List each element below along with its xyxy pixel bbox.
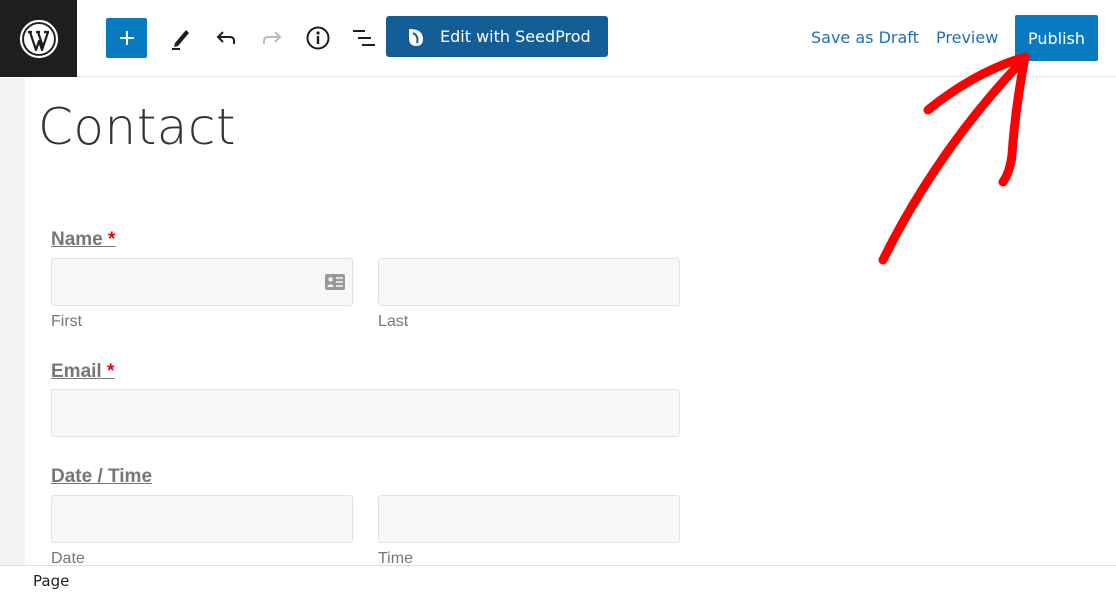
save-as-draft-button[interactable]: Save as Draft	[811, 28, 919, 47]
wordpress-icon	[19, 19, 58, 58]
date-input[interactable]	[51, 495, 353, 543]
email-label-text: Email	[51, 361, 102, 382]
list-view-button[interactable]	[347, 18, 381, 58]
redo-button[interactable]	[255, 18, 289, 58]
redo-icon	[263, 31, 282, 44]
required-asterisk: *	[106, 361, 115, 382]
editor-left-gutter	[0, 78, 25, 565]
info-icon	[306, 26, 330, 50]
required-asterisk: *	[108, 229, 116, 250]
email-field-label: Email *	[51, 361, 114, 383]
seedprod-leaf-icon	[409, 28, 423, 46]
edit-with-seedprod-button[interactable]: Edit with SeedProd	[386, 16, 608, 57]
publish-button[interactable]: Publish	[1015, 15, 1098, 61]
name-field-label: Name *	[51, 229, 115, 251]
editor-toolbar: Edit with SeedProd Save as Draft Preview…	[0, 0, 1116, 77]
edit-tool-button[interactable]	[163, 18, 197, 58]
undo-icon	[216, 31, 235, 44]
breadcrumb-page[interactable]: Page	[33, 572, 69, 590]
first-name-sublabel: First	[51, 313, 83, 330]
plus-icon	[119, 31, 134, 45]
seedprod-button-label: Edit with SeedProd	[440, 27, 591, 46]
last-name-sublabel: Last	[378, 313, 409, 330]
arrow-shaft	[878, 53, 1030, 265]
name-label-text: Name	[51, 229, 103, 250]
last-name-input[interactable]	[378, 258, 680, 306]
details-button[interactable]	[301, 18, 335, 58]
datetime-field-label: Date / Time	[51, 466, 153, 487]
time-input[interactable]	[378, 495, 680, 543]
contact-card-icon	[325, 274, 345, 290]
list-view-icon	[353, 30, 375, 46]
wordpress-logo-button[interactable]	[0, 0, 77, 77]
page-title[interactable]: Contact	[38, 98, 236, 156]
email-input[interactable]	[51, 389, 680, 437]
add-block-button[interactable]	[106, 18, 147, 58]
editor-footer: Page	[0, 565, 1116, 592]
preview-button[interactable]: Preview	[936, 28, 998, 47]
undo-button[interactable]	[209, 18, 243, 58]
first-name-input[interactable]	[51, 258, 353, 306]
pencil-icon	[172, 30, 189, 50]
